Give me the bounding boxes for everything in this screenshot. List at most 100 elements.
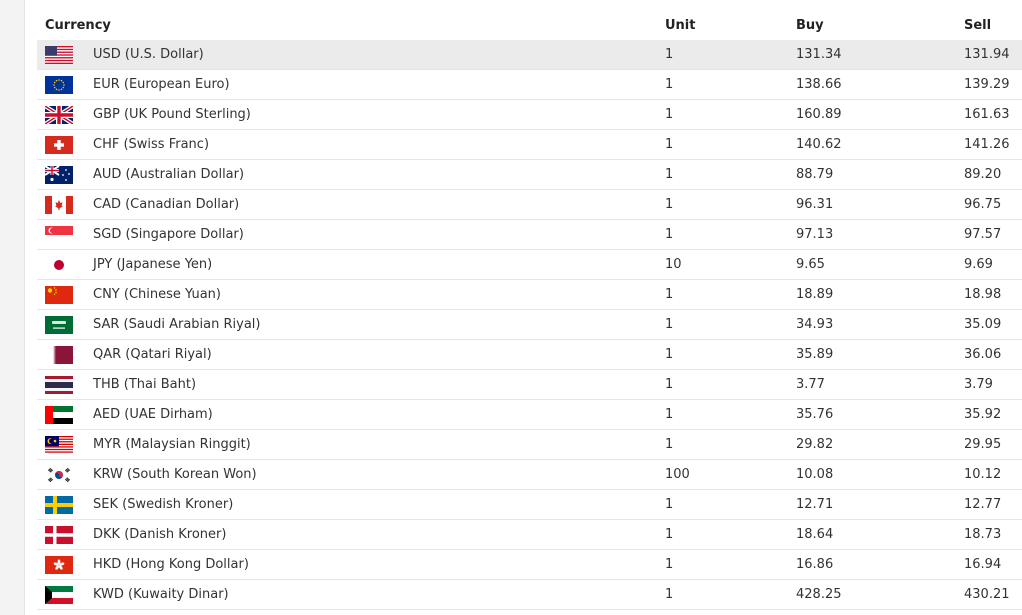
sell-rate-cell: 29.95 bbox=[956, 429, 1022, 460]
dk-flag-icon bbox=[45, 525, 73, 544]
sell-rate-cell: 35.09 bbox=[956, 309, 1022, 340]
sell-rate-cell: 10.12 bbox=[956, 459, 1022, 490]
currency-name: QAR (Qatari Riyal) bbox=[93, 347, 212, 362]
currency-cell: MYR (Malaysian Ringgit) bbox=[37, 429, 657, 460]
currency-cell: KRW (South Korean Won) bbox=[37, 459, 657, 490]
currency-name: EUR (European Euro) bbox=[93, 77, 230, 92]
currency-cell: CAD (Canadian Dollar) bbox=[37, 189, 657, 220]
currency-row-jpy: JPY (Japanese Yen) 10 9.65 9.69 bbox=[37, 249, 1022, 280]
currency-row-sgd: SGD (Singapore Dollar) 1 97.13 97.57 bbox=[37, 219, 1022, 250]
currency-row-krw: KRW (South Korean Won) 100 10.08 10.12 bbox=[37, 459, 1022, 490]
currency-cell: QAR (Qatari Riyal) bbox=[37, 339, 657, 370]
table-header: Currency Unit Buy Sell bbox=[37, 10, 1022, 40]
sell-rate-cell: 430.21 bbox=[956, 579, 1022, 610]
exchange-rate-panel: Currency Unit Buy Sell USD (U.S. Dollar)… bbox=[24, 0, 1022, 615]
currency-name: HKD (Hong Kong Dollar) bbox=[93, 557, 249, 572]
jp-flag-icon bbox=[45, 255, 73, 274]
unit-cell: 1 bbox=[657, 99, 788, 130]
sell-rate-cell: 18.98 bbox=[956, 279, 1022, 310]
unit-cell: 1 bbox=[657, 309, 788, 340]
sell-rate-cell: 161.63 bbox=[956, 99, 1022, 130]
unit-cell: 10 bbox=[657, 249, 788, 280]
currency-cell: KWD (Kuwaity Dinar) bbox=[37, 579, 657, 610]
buy-rate-cell: 16.86 bbox=[788, 549, 956, 580]
currency-row-aud: AUD (Australian Dollar) 1 88.79 89.20 bbox=[37, 159, 1022, 190]
buy-rate-cell: 12.71 bbox=[788, 489, 956, 520]
buy-rate-cell: 9.65 bbox=[788, 249, 956, 280]
sell-rate-cell: 9.69 bbox=[956, 249, 1022, 280]
buy-rate-cell: 3.77 bbox=[788, 369, 956, 400]
buy-rate-cell: 160.89 bbox=[788, 99, 956, 130]
currency-name: THB (Thai Baht) bbox=[93, 377, 197, 392]
gb-flag-icon bbox=[45, 105, 73, 124]
buy-rate-cell: 97.13 bbox=[788, 219, 956, 250]
currency-name: CNY (Chinese Yuan) bbox=[93, 287, 221, 302]
currency-row-gbp: GBP (UK Pound Sterling) 1 160.89 161.63 bbox=[37, 99, 1022, 130]
buy-rate-cell: 131.34 bbox=[788, 40, 956, 70]
qa-flag-icon bbox=[45, 345, 73, 364]
buy-rate-cell: 34.93 bbox=[788, 309, 956, 340]
kr-flag-icon bbox=[45, 465, 73, 484]
sell-column-header: Sell bbox=[964, 17, 992, 33]
currency-cell: DKK (Danish Kroner) bbox=[37, 519, 657, 550]
currency-row-sek: SEK (Swedish Kroner) 1 12.71 12.77 bbox=[37, 489, 1022, 520]
currency-name: DKK (Danish Kroner) bbox=[93, 527, 227, 542]
unit-cell: 1 bbox=[657, 519, 788, 550]
unit-cell: 1 bbox=[657, 399, 788, 430]
sell-rate-cell: 139.29 bbox=[956, 69, 1022, 100]
sg-flag-icon bbox=[45, 225, 73, 244]
currency-name: AED (UAE Dirham) bbox=[93, 407, 213, 422]
kw-flag-icon bbox=[45, 585, 73, 604]
currency-cell: JPY (Japanese Yen) bbox=[37, 249, 657, 280]
unit-cell: 1 bbox=[657, 219, 788, 250]
currency-name: SEK (Swedish Kroner) bbox=[93, 497, 234, 512]
buy-column-header: Buy bbox=[796, 17, 824, 33]
currency-cell: AED (UAE Dirham) bbox=[37, 399, 657, 430]
hk-flag-icon bbox=[45, 555, 73, 574]
eu-flag-icon bbox=[45, 75, 73, 94]
buy-rate-cell: 10.08 bbox=[788, 459, 956, 490]
currency-cell: AUD (Australian Dollar) bbox=[37, 159, 657, 190]
currency-row-cad: CAD (Canadian Dollar) 1 96.31 96.75 bbox=[37, 189, 1022, 220]
currency-name: CAD (Canadian Dollar) bbox=[93, 197, 240, 212]
sell-rate-cell: 89.20 bbox=[956, 159, 1022, 190]
unit-cell: 1 bbox=[657, 429, 788, 460]
currency-name: USD (U.S. Dollar) bbox=[93, 47, 204, 62]
buy-rate-cell: 29.82 bbox=[788, 429, 956, 460]
currency-cell: USD (U.S. Dollar) bbox=[37, 40, 657, 70]
currency-name: AUD (Australian Dollar) bbox=[93, 167, 245, 182]
currency-cell: GBP (UK Pound Sterling) bbox=[37, 99, 657, 130]
us-flag-icon bbox=[45, 45, 73, 64]
currency-row-aed: AED (UAE Dirham) 1 35.76 35.92 bbox=[37, 399, 1022, 430]
unit-column-header: Unit bbox=[665, 17, 696, 33]
currency-row-chf: CHF (Swiss Franc) 1 140.62 141.26 bbox=[37, 129, 1022, 160]
my-flag-icon bbox=[45, 435, 73, 454]
currency-row-thb: THB (Thai Baht) 1 3.77 3.79 bbox=[37, 369, 1022, 400]
sell-rate-cell: 18.73 bbox=[956, 519, 1022, 550]
unit-cell: 1 bbox=[657, 369, 788, 400]
buy-rate-cell: 35.89 bbox=[788, 339, 956, 370]
unit-cell: 1 bbox=[657, 189, 788, 220]
currency-cell: CHF (Swiss Franc) bbox=[37, 129, 657, 160]
buy-rate-cell: 18.64 bbox=[788, 519, 956, 550]
currency-column-header: Currency bbox=[45, 17, 111, 33]
sell-rate-cell: 97.57 bbox=[956, 219, 1022, 250]
sell-rate-cell: 35.92 bbox=[956, 399, 1022, 430]
currency-row-myr: MYR (Malaysian Ringgit) 1 29.82 29.95 bbox=[37, 429, 1022, 460]
currency-row-sar: SAR (Saudi Arabian Riyal) 1 34.93 35.09 bbox=[37, 309, 1022, 340]
th-flag-icon bbox=[45, 375, 73, 394]
currency-name: CHF (Swiss Franc) bbox=[93, 137, 210, 152]
exchange-rate-table: Currency Unit Buy Sell USD (U.S. Dollar)… bbox=[37, 10, 1022, 610]
unit-cell: 1 bbox=[657, 549, 788, 580]
sa-flag-icon bbox=[45, 315, 73, 334]
currency-cell: SEK (Swedish Kroner) bbox=[37, 489, 657, 520]
buy-rate-cell: 138.66 bbox=[788, 69, 956, 100]
cn-flag-icon bbox=[45, 285, 73, 304]
sell-rate-cell: 16.94 bbox=[956, 549, 1022, 580]
unit-cell: 1 bbox=[657, 489, 788, 520]
table-body: USD (U.S. Dollar) 1 131.34 131.94 EUR (Europ… bbox=[37, 40, 1022, 610]
currency-name: MYR (Malaysian Ringgit) bbox=[93, 437, 251, 452]
buy-rate-cell: 96.31 bbox=[788, 189, 956, 220]
currency-row-hkd: HKD (Hong Kong Dollar) 1 16.86 16.94 bbox=[37, 549, 1022, 580]
currency-row-cny: CNY (Chinese Yuan) 1 18.89 18.98 bbox=[37, 279, 1022, 310]
